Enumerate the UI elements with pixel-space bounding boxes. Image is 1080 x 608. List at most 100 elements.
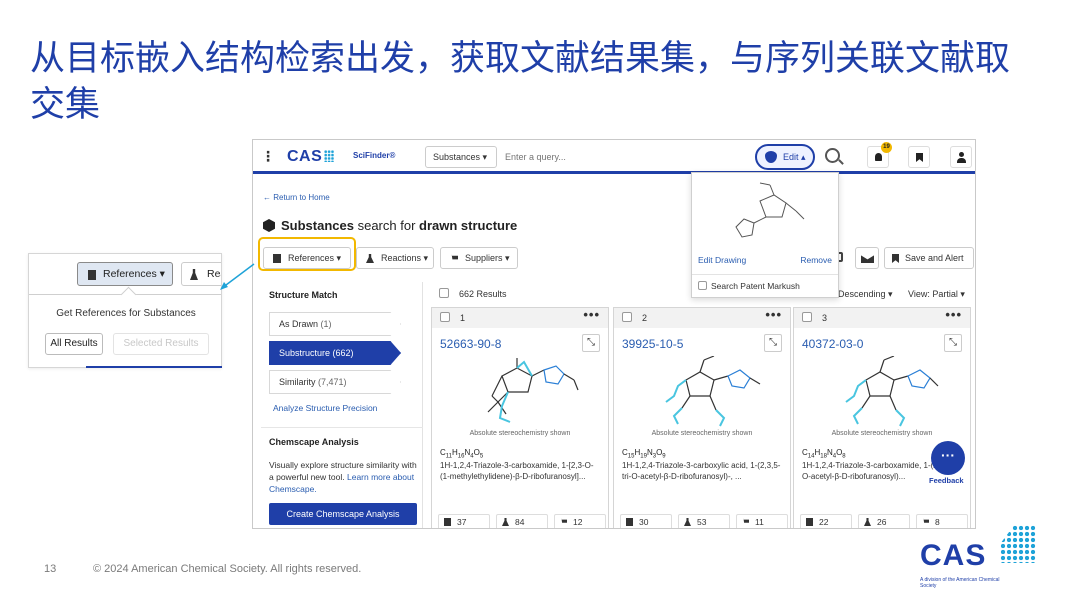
- zoom-accent-line: [86, 366, 222, 368]
- dropdown-title: Get References for Substances: [56, 308, 196, 319]
- query-structure-thumbnail[interactable]: [698, 179, 832, 247]
- references-zoom-callout: References ▾ Rea Get References for Subs…: [28, 253, 222, 368]
- structure-image[interactable]: [644, 356, 764, 428]
- filter-count: (662): [332, 348, 354, 358]
- bookmarks-button[interactable]: [908, 146, 930, 168]
- all-results-button[interactable]: All Results: [45, 333, 103, 355]
- email-button[interactable]: [855, 247, 879, 269]
- reactions-count-button[interactable]: 84: [496, 514, 548, 528]
- product-name: SciFinder®: [353, 151, 396, 160]
- filter-count: (1): [320, 319, 332, 329]
- flask-icon: [684, 518, 691, 526]
- reactions-label: Reactions ▾: [381, 253, 429, 263]
- suppliers-label: Suppliers ▾: [465, 253, 510, 263]
- structure-match-title: Structure Match: [269, 290, 338, 300]
- create-chemscape-button[interactable]: Create Chemscape Analysis: [269, 503, 417, 525]
- page-heading: Substances search for drawn structure: [263, 218, 517, 233]
- query-input[interactable]: [499, 146, 749, 168]
- feedback-label[interactable]: Feedback: [929, 476, 964, 485]
- stereochemistry-note: Absolute stereochemistry shown: [831, 430, 933, 437]
- cas-registry-number-link[interactable]: 52663-90-8: [440, 337, 501, 351]
- more-options-icon[interactable]: •••: [945, 305, 962, 325]
- markush-checkbox[interactable]: [698, 281, 707, 290]
- save-and-alert-button[interactable]: Save and Alert: [884, 247, 974, 269]
- save-and-alert-label: Save and Alert: [905, 253, 964, 263]
- heading-prefix: Substances: [281, 218, 354, 233]
- chemscape-title: Chemscape Analysis: [269, 437, 359, 447]
- cas-logo[interactable]: CAS: [287, 148, 335, 166]
- expand-icon[interactable]: ⤡: [764, 334, 782, 352]
- references-count-button[interactable]: 22: [800, 514, 852, 528]
- filter-similarity[interactable]: Similarity (7,471): [269, 370, 401, 394]
- cas-logo-word: CAS: [920, 539, 987, 572]
- more-options-icon[interactable]: •••: [583, 305, 600, 325]
- feedback-chat-icon[interactable]: [931, 441, 965, 475]
- expand-icon[interactable]: ⤡: [582, 334, 600, 352]
- filter-substructure[interactable]: Substructure (662): [269, 341, 401, 365]
- cas-dots-icon: [1000, 525, 1036, 563]
- top-bar: ⋮ CAS SciFinder® Substances ▾ Edit ▴ 19: [253, 140, 975, 174]
- analyze-structure-precision-link[interactable]: Analyze Structure Precision: [273, 403, 377, 413]
- structure-image[interactable]: [462, 356, 582, 428]
- suppliers-button[interactable]: Suppliers ▾: [440, 247, 518, 269]
- stereochemistry-note: Absolute stereochemistry shown: [651, 430, 753, 437]
- heading-mid: search for: [353, 218, 420, 233]
- book-icon: [806, 518, 813, 526]
- suppliers-count-button[interactable]: 11: [736, 514, 788, 528]
- mail-icon: [861, 254, 874, 263]
- logo-tagline: A division of the American Chemical Soci…: [920, 577, 1000, 589]
- card-header: 3 •••: [794, 305, 970, 328]
- notifications-button[interactable]: 19: [867, 142, 892, 168]
- reactions-count-button[interactable]: 53: [678, 514, 730, 528]
- cas-registry-number-link[interactable]: 39925-10-5: [622, 337, 683, 351]
- structure-image[interactable]: [824, 356, 944, 428]
- copyright-notice: © 2024 American Chemical Society. All ri…: [93, 563, 362, 575]
- return-to-home-link[interactable]: ← Return to Home: [263, 193, 330, 202]
- cas-dots-icon: [324, 150, 335, 162]
- menu-dots-icon[interactable]: ⋮: [261, 149, 275, 163]
- filter-as-drawn[interactable]: As Drawn (1): [269, 312, 401, 336]
- expand-icon[interactable]: ⤡: [944, 334, 962, 352]
- divider: [261, 427, 423, 428]
- filter-label: As Drawn: [279, 319, 319, 329]
- search-icon[interactable]: [825, 148, 840, 163]
- view-label: View:: [908, 289, 930, 299]
- molecular-formula: C15H19N3O9: [622, 448, 666, 460]
- sort-order-select[interactable]: Descending ▾: [838, 289, 893, 300]
- suppliers-count-button[interactable]: 12: [554, 514, 606, 528]
- remove-structure-link[interactable]: Remove: [800, 255, 832, 265]
- select-all-checkbox[interactable]: [439, 288, 449, 298]
- edit-drawing-link[interactable]: Edit Drawing: [698, 255, 746, 265]
- references-dropdown: Get References for Substances All Result…: [29, 294, 221, 367]
- card-checkbox[interactable]: [802, 312, 812, 322]
- reactions-count-button[interactable]: 26: [858, 514, 910, 528]
- references-count-button[interactable]: 30: [620, 514, 672, 528]
- zoomed-references-button[interactable]: References ▾: [77, 262, 173, 286]
- reactions-button[interactable]: Reactions ▾: [356, 247, 434, 269]
- more-options-icon[interactable]: •••: [765, 305, 782, 325]
- user-icon: [957, 152, 966, 163]
- card-checkbox[interactable]: [622, 312, 632, 322]
- zoomed-reactions-button[interactable]: Rea: [181, 262, 221, 286]
- card-checkbox[interactable]: [440, 312, 450, 322]
- bookmark-icon: [916, 153, 923, 162]
- result-card[interactable]: 3 ••• 40372-03-0 ⤡ Absolute stereochemist…: [793, 305, 971, 528]
- account-button[interactable]: [950, 146, 972, 168]
- view-value: Partial ▾: [932, 289, 965, 299]
- page-number: 13: [44, 563, 57, 575]
- search-patent-markush-option[interactable]: Search Patent Markush: [698, 281, 800, 291]
- search-scope-select[interactable]: Substances ▾: [425, 146, 497, 168]
- results-count-text: 662 Results: [459, 289, 507, 299]
- edit-structure-button[interactable]: Edit ▴: [755, 144, 815, 170]
- view-select[interactable]: View: Partial ▾: [908, 289, 965, 300]
- cas-registry-number-link[interactable]: 40372-03-0: [802, 337, 863, 351]
- flask-icon: [864, 518, 871, 526]
- substance-hexagon-icon: [263, 219, 275, 232]
- references-count-button[interactable]: 37: [438, 514, 490, 528]
- book-icon: [444, 518, 451, 526]
- zoomed-references-label: References ▾: [103, 268, 165, 280]
- popover-actions: Edit Drawing Remove: [692, 255, 838, 267]
- result-card[interactable]: 1 ••• 52663-90-8 ⤡ Absolute stereochemist…: [431, 305, 609, 528]
- result-card[interactable]: 2 ••• 39925-10-5 ⤡ Absolute stereochemist…: [613, 305, 791, 528]
- selected-results-button[interactable]: Selected Results: [113, 333, 209, 355]
